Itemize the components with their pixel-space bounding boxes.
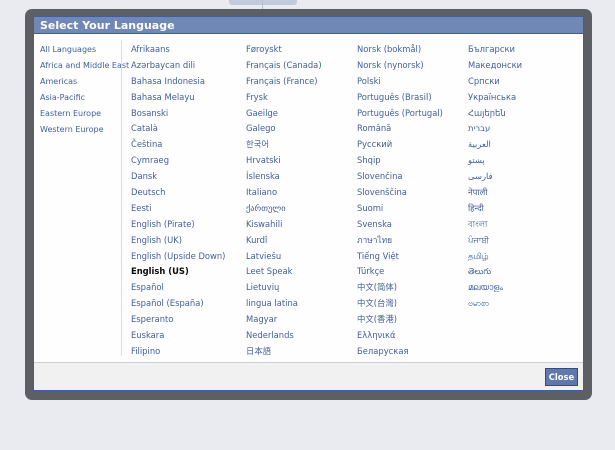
language-item[interactable]: Español (España) bbox=[131, 296, 225, 312]
language-item[interactable]: Tiếng Việt bbox=[357, 249, 443, 265]
region-item[interactable]: Americas bbox=[34, 74, 121, 90]
language-item[interactable]: Bahasa Indonesia bbox=[131, 74, 225, 90]
language-item[interactable]: Bahasa Melayu bbox=[131, 90, 225, 106]
language-item[interactable]: Suomi bbox=[357, 201, 443, 217]
language-item[interactable]: Norsk (bokmål) bbox=[357, 42, 443, 58]
region-item[interactable]: Africa and Middle East bbox=[34, 58, 129, 74]
language-item[interactable]: Hrvatski bbox=[246, 153, 322, 169]
language-item[interactable]: Português (Brasil) bbox=[357, 90, 443, 106]
language-item[interactable]: العربية bbox=[468, 137, 522, 153]
language-item[interactable]: Italiano bbox=[246, 185, 322, 201]
region-item[interactable]: Western Europe bbox=[34, 122, 121, 138]
language-item[interactable]: नेपाली bbox=[468, 185, 522, 201]
language-item[interactable]: ქართული bbox=[246, 201, 322, 217]
language-item[interactable]: Kurdî bbox=[246, 233, 322, 249]
language-item[interactable]: 中文(香港) bbox=[357, 312, 443, 328]
language-item[interactable]: Íslenska bbox=[246, 169, 322, 185]
language-item[interactable]: Português (Portugal) bbox=[357, 106, 443, 122]
close-button[interactable]: Close bbox=[545, 368, 578, 386]
language-item[interactable]: Deutsch bbox=[131, 185, 225, 201]
language-column-1: Afrikaans Azərbaycan dili Bahasa Indonesia… bbox=[131, 42, 225, 360]
language-item[interactable]: Dansk bbox=[131, 169, 225, 185]
language-column-4: Български Македонски Српски Українська Հայեր… bbox=[468, 42, 522, 312]
language-item[interactable]: English (UK) bbox=[131, 233, 225, 249]
language-item[interactable]: Kiswahili bbox=[246, 217, 322, 233]
language-item[interactable]: Русский bbox=[357, 137, 443, 153]
language-item[interactable]: English (Upside Down) bbox=[131, 249, 225, 265]
language-item[interactable]: Türkçe bbox=[357, 264, 443, 280]
language-item[interactable]: Bosanski bbox=[131, 106, 225, 122]
language-item[interactable]: বাংলা bbox=[468, 217, 522, 233]
dialog-footer: Close bbox=[34, 362, 583, 390]
language-item[interactable]: Slovenčina bbox=[357, 169, 443, 185]
language-item[interactable]: Euskara bbox=[131, 328, 225, 344]
dialog-body: All Languages Africa and Middle East Ameri… bbox=[34, 34, 583, 365]
language-item[interactable]: Slovenščina bbox=[357, 185, 443, 201]
language-column-2: Føroyskt Français (Canada) Français (Franc… bbox=[246, 42, 322, 360]
language-item[interactable]: Leet Speak bbox=[246, 264, 322, 280]
language-item[interactable]: Azərbaycan dili bbox=[131, 58, 225, 74]
region-item[interactable]: Eastern Europe bbox=[34, 106, 121, 122]
language-item[interactable]: Eesti bbox=[131, 201, 225, 217]
language-item[interactable]: lingua latina bbox=[246, 296, 322, 312]
language-item[interactable]: Svenska bbox=[357, 217, 443, 233]
background-tab bbox=[229, 0, 297, 5]
language-item[interactable]: Ελληνικά bbox=[357, 328, 443, 344]
language-item[interactable]: Română bbox=[357, 121, 443, 137]
region-sidebar: All Languages Africa and Middle East Ameri… bbox=[34, 34, 129, 365]
language-item[interactable]: தமிழ் bbox=[468, 249, 522, 265]
language-column-3: Norsk (bokmål) Norsk (nynorsk) Polski Portu… bbox=[357, 42, 443, 360]
language-item[interactable]: עברית bbox=[468, 121, 522, 137]
language-item[interactable]: മലയാളം bbox=[468, 280, 522, 296]
language-item[interactable]: ภาษาไทย bbox=[357, 233, 443, 249]
language-item[interactable]: Српски bbox=[468, 74, 522, 90]
language-item[interactable]: Français (France) bbox=[246, 74, 322, 90]
language-item[interactable]: हिन्दी bbox=[468, 201, 522, 217]
language-item[interactable]: Беларуская bbox=[357, 344, 443, 360]
language-dialog: Select Your Language All Languages Africa… bbox=[33, 16, 584, 391]
language-item[interactable]: Čeština bbox=[131, 137, 225, 153]
language-item[interactable]: తెలుగు bbox=[468, 264, 522, 280]
language-item[interactable]: 한국어 bbox=[246, 137, 322, 153]
region-item[interactable]: All Languages bbox=[34, 42, 121, 58]
language-item[interactable]: Galego bbox=[246, 121, 322, 137]
language-item[interactable]: پښتو bbox=[468, 153, 522, 169]
language-item[interactable]: 中文(台灣) bbox=[357, 296, 443, 312]
language-item[interactable]: Norsk (nynorsk) bbox=[357, 58, 443, 74]
language-item[interactable]: Frysk bbox=[246, 90, 322, 106]
language-item[interactable]: Nederlands bbox=[246, 328, 322, 344]
language-item[interactable]: ဗမာစာ bbox=[468, 296, 522, 312]
region-item[interactable]: Asia-Pacific bbox=[34, 90, 121, 106]
language-item[interactable]: Gaeilge bbox=[246, 106, 322, 122]
language-item[interactable]: Latviešu bbox=[246, 249, 322, 265]
language-item-selected[interactable]: English (US) bbox=[131, 264, 225, 280]
language-item[interactable]: Magyar bbox=[246, 312, 322, 328]
language-item[interactable]: Cymraeg bbox=[131, 153, 225, 169]
sidebar-divider bbox=[121, 41, 122, 356]
language-item[interactable]: 日本語 bbox=[246, 344, 322, 360]
language-item[interactable]: Føroyskt bbox=[246, 42, 322, 58]
language-item[interactable]: Հայերեն bbox=[468, 106, 522, 122]
language-item[interactable]: Lietuvių bbox=[246, 280, 322, 296]
language-item[interactable]: Esperanto bbox=[131, 312, 225, 328]
language-item[interactable]: ਪੰਜਾਬੀ bbox=[468, 233, 522, 249]
language-item[interactable]: Polski bbox=[357, 74, 443, 90]
language-dialog-frame: Select Your Language All Languages Africa… bbox=[25, 9, 592, 400]
language-item[interactable]: Filipino bbox=[131, 344, 225, 360]
language-item[interactable]: Македонски bbox=[468, 58, 522, 74]
language-item[interactable]: Shqip bbox=[357, 153, 443, 169]
language-item[interactable]: Українська bbox=[468, 90, 522, 106]
language-item[interactable]: Afrikaans bbox=[131, 42, 225, 58]
language-item[interactable]: فارسی bbox=[468, 169, 522, 185]
language-item[interactable]: Български bbox=[468, 42, 522, 58]
language-item[interactable]: Español bbox=[131, 280, 225, 296]
language-item[interactable]: Français (Canada) bbox=[246, 58, 322, 74]
language-item[interactable]: 中文(简体) bbox=[357, 280, 443, 296]
language-item[interactable]: Català bbox=[131, 121, 225, 137]
language-item[interactable]: English (Pirate) bbox=[131, 217, 225, 233]
dialog-title: Select Your Language bbox=[34, 17, 583, 34]
